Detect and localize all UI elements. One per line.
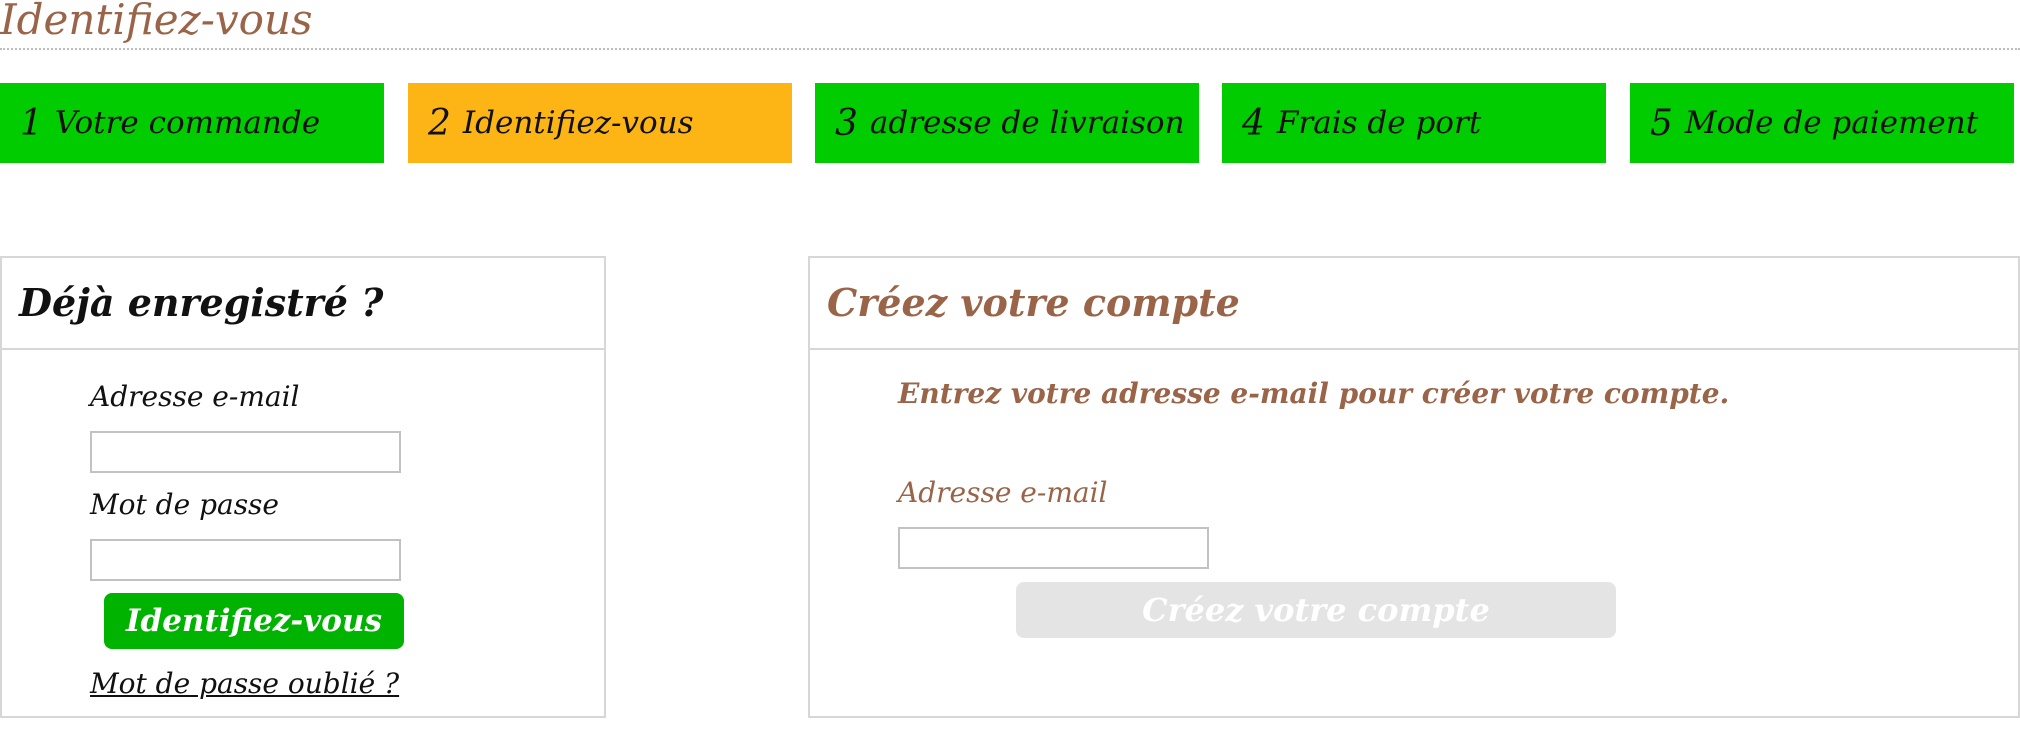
new-email-label: Adresse e-mail (898, 476, 1108, 509)
title-divider (0, 48, 2020, 50)
step-number: 1 (20, 102, 43, 144)
step-number: 4 (1242, 102, 1265, 144)
step-frais-de-port[interactable]: 4 Frais de port (1222, 83, 1606, 163)
step-label: Identifiez-vous (462, 105, 694, 141)
create-account-panel-header: Créez votre compte (810, 258, 2018, 350)
step-label: Mode de paiement (1684, 105, 1979, 141)
password-field[interactable] (90, 539, 401, 581)
create-account-intro: Entrez votre adresse e-mail pour créer v… (898, 377, 1730, 410)
login-panel: Déjà enregistré ? Adresse e-mail Mot de … (0, 256, 606, 718)
email-field[interactable] (90, 431, 401, 473)
email-label: Adresse e-mail (90, 380, 300, 413)
step-number: 3 (835, 102, 858, 144)
step-adresse-de-livraison[interactable]: 3 adresse de livraison (815, 83, 1199, 163)
create-account-panel-title: Créez votre compte (827, 280, 1240, 325)
step-mode-de-paiement[interactable]: 5 Mode de paiement (1630, 83, 2014, 163)
step-label: Votre commande (54, 105, 321, 141)
page-title: Identifiez-vous (0, 0, 313, 44)
step-number: 5 (1650, 102, 1673, 144)
password-label: Mot de passe (90, 488, 279, 521)
login-panel-header: Déjà enregistré ? (2, 258, 604, 350)
step-label: Frais de port (1276, 105, 1482, 141)
login-panel-title: Déjà enregistré ? (19, 280, 384, 325)
forgot-password-link[interactable]: Mot de passe oublié ? (90, 667, 399, 700)
step-identifiez-vous[interactable]: 2 Identifiez-vous (408, 83, 792, 163)
step-votre-commande[interactable]: 1 Votre commande (0, 83, 384, 163)
step-number: 2 (428, 102, 451, 144)
create-account-button[interactable]: Créez votre compte (1016, 582, 1616, 638)
checkout-steps: 1 Votre commande 2 Identifiez-vous 3 adr… (0, 83, 2014, 163)
step-label: adresse de livraison (869, 105, 1185, 141)
new-email-field[interactable] (898, 527, 1209, 569)
login-button[interactable]: Identifiez-vous (104, 593, 404, 649)
create-account-panel: Créez votre compte Entrez votre adresse … (808, 256, 2020, 718)
